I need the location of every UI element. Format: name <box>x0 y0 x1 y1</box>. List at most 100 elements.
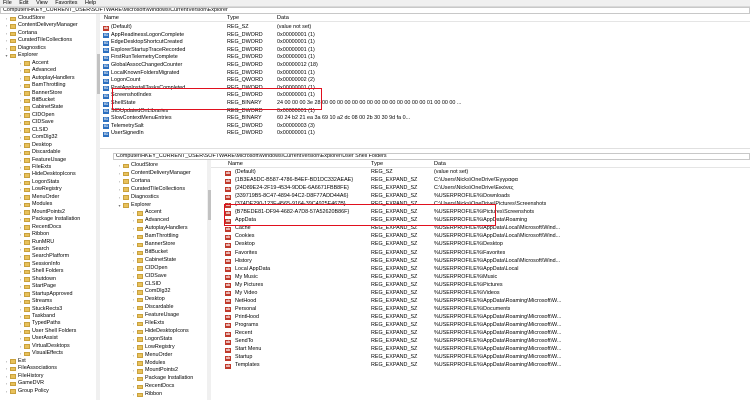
chevron-right-icon[interactable]: › <box>131 328 136 336</box>
chevron-right-icon[interactable]: › <box>131 225 136 233</box>
tree-item[interactable]: › CLSID <box>131 281 161 289</box>
tree-item[interactable]: › Desktop <box>131 296 165 304</box>
address-bar-second[interactable]: Computer\HKEY_CURRENT_USER\SOFTWARE\Micr… <box>113 153 750 160</box>
table-row[interactable]: ab History REG_EXPAND_SZ %USERPROFILE%\AppD… <box>211 258 750 266</box>
tree-item[interactable]: › FileExts <box>131 320 164 328</box>
table-row[interactable]: 01 ExplorerStartupTraceRecorded REG_DWORD 0… <box>100 47 750 55</box>
column-type[interactable]: Type <box>227 14 239 22</box>
tree-item[interactable]: › CloudStore <box>117 162 158 170</box>
menu-favorites[interactable]: Favorites <box>52 0 80 6</box>
table-row[interactable]: ab Favorites REG_EXPAND_SZ %USERPROFILE%\Fa… <box>211 250 750 258</box>
table-row[interactable]: ab (Default) REG_SZ (value not set) <box>211 169 750 177</box>
chevron-right-icon[interactable]: › <box>131 375 136 383</box>
chevron-right-icon[interactable]: › <box>117 194 122 202</box>
table-row[interactable]: ab Templates REG_EXPAND_SZ %USERPROFILE%\Ap… <box>211 362 750 370</box>
tree-item[interactable]: › Accent <box>131 209 161 217</box>
chevron-right-icon[interactable]: › <box>131 265 136 273</box>
tree-item[interactable]: › Ribbon <box>131 391 162 399</box>
table-row[interactable]: 01 LogonCount REG_QWORD 0x00000002 (2) <box>100 77 750 85</box>
chevron-right-icon[interactable]: › <box>131 209 136 217</box>
chevron-right-icon[interactable]: › <box>131 281 136 289</box>
menu-view[interactable]: View <box>33 0 51 6</box>
chevron-down-icon[interactable]: ▾ <box>4 52 9 60</box>
chevron-down-icon[interactable]: ▾ <box>117 202 122 210</box>
table-row[interactable]: ab (Default) REG_SZ (value not set) <box>100 24 750 32</box>
column-name-second[interactable]: Name <box>228 160 243 168</box>
chevron-right-icon[interactable]: › <box>131 344 136 352</box>
tree-item[interactable]: › ComDlg32 <box>131 288 170 296</box>
tree-item[interactable]: › CuratedTileCollections <box>117 186 185 194</box>
tree-item[interactable]: › CabinetState <box>131 257 176 265</box>
chevron-right-icon[interactable]: › <box>131 312 136 320</box>
chevron-right-icon[interactable]: › <box>131 217 136 225</box>
table-row[interactable]: ab Local AppData REG_EXPAND_SZ %USERPROFILE… <box>211 266 750 274</box>
table-row[interactable]: ab My Pictures REG_EXPAND_SZ %USERPROFILE%\… <box>211 282 750 290</box>
tree-item[interactable]: › LogonStats <box>131 336 172 344</box>
table-row[interactable]: 01 GlobalAssocChangedCounter REG_DWORD 0x00… <box>100 62 750 70</box>
tree-item[interactable]: ▾ Explorer <box>117 202 151 210</box>
table-row[interactable]: 01 UserSignedIn REG_DWORD 0x00000001 (1) <box>100 130 750 138</box>
chevron-right-icon[interactable]: › <box>131 233 136 241</box>
chevron-right-icon[interactable]: › <box>131 296 136 304</box>
chevron-right-icon[interactable]: › <box>4 388 9 396</box>
table-row[interactable]: ab {339719B5-8C47-4894-94C2-D8F77ADD44A6}… <box>211 193 750 201</box>
tree-item[interactable]: › FeatureUsage <box>131 312 179 320</box>
table-row[interactable]: ab Desktop REG_EXPAND_SZ %USERPROFILE%\Desk… <box>211 241 750 249</box>
chevron-right-icon[interactable]: › <box>131 383 136 391</box>
chevron-right-icon[interactable]: › <box>131 360 136 368</box>
tree-item[interactable]: › BamThrottling <box>131 233 179 241</box>
tree-item[interactable]: › HideDesktopIcons <box>131 328 189 336</box>
menu-help[interactable]: Help <box>82 0 99 6</box>
tree-item[interactable]: › BitBucket <box>131 249 168 257</box>
tree-item[interactable]: › MenuOrder <box>131 352 172 360</box>
tree-item[interactable]: › Cortana <box>117 178 150 186</box>
tree-item[interactable]: › Advanced <box>131 217 169 225</box>
table-row[interactable]: 01 SlowContextMenuEntries REG_BINARY 60 24 … <box>100 115 750 123</box>
chevron-right-icon[interactable]: › <box>131 273 136 281</box>
chevron-right-icon[interactable]: › <box>131 336 136 344</box>
chevron-right-icon[interactable]: › <box>131 249 136 257</box>
table-row[interactable]: ab Recent REG_EXPAND_SZ %USERPROFILE%\AppDa… <box>211 330 750 338</box>
column-data-second[interactable]: Data <box>434 160 446 168</box>
tree-item[interactable]: › Diagnostics <box>117 194 159 202</box>
chevron-right-icon[interactable]: › <box>117 162 122 170</box>
tree-item[interactable]: › BannerStore <box>131 241 175 249</box>
chevron-right-icon[interactable]: › <box>117 186 122 194</box>
table-row[interactable]: 01 EdgeDesktopShortcutCreated REG_DWORD 0x0… <box>100 39 750 47</box>
tree-item[interactable]: › AutoplayHandlers <box>131 225 188 233</box>
chevron-right-icon[interactable]: › <box>131 352 136 360</box>
table-row[interactable]: ab Cookies REG_EXPAND_SZ %USERPROFILE%\AppD… <box>211 233 750 241</box>
table-row[interactable]: ab My Video REG_EXPAND_SZ %USERPROFILE%\Vid… <box>211 290 750 298</box>
tree-item[interactable]: › Group Policy <box>4 388 49 396</box>
table-row[interactable]: ab Start Menu REG_EXPAND_SZ %USERPROFILE%\A… <box>211 346 750 354</box>
tree-item[interactable]: › CIDSave <box>131 273 167 281</box>
chevron-right-icon[interactable]: › <box>131 304 136 312</box>
chevron-right-icon[interactable]: › <box>131 391 136 399</box>
column-data[interactable]: Data <box>277 14 289 22</box>
column-name[interactable]: Name <box>104 14 119 22</box>
table-row[interactable]: 01 FirstRunTelemetryComplete REG_DWORD 0x00… <box>100 54 750 62</box>
table-row[interactable]: ab Personal REG_EXPAND_SZ %USERPROFILE%\Doc… <box>211 306 750 314</box>
table-row[interactable]: 01 LocalKnownFoldersMigrated REG_DWORD 0x00… <box>100 70 750 78</box>
table-row[interactable]: ab {24D89E24-2F19-4534-9DDE-6A6671FBB8FE}… <box>211 185 750 193</box>
chevron-right-icon[interactable]: › <box>117 170 122 178</box>
tree-item[interactable]: › CIDOpen <box>131 265 167 273</box>
table-row[interactable]: ab PrintHood REG_EXPAND_SZ %USERPROFILE%\Ap… <box>211 314 750 322</box>
tree-item[interactable]: › Discardable <box>131 304 173 312</box>
chevron-right-icon[interactable]: › <box>131 257 136 265</box>
chevron-right-icon[interactable]: › <box>131 367 136 375</box>
menu-edit[interactable]: Edit <box>16 0 31 6</box>
table-row[interactable]: ab SendTo REG_EXPAND_SZ %USERPROFILE%\AppDa… <box>211 338 750 346</box>
table-row[interactable]: ab {1B3EA5DC-B587-4786-B4EF-BD1DC332AEAE}… <box>211 177 750 185</box>
menu-file[interactable]: File <box>0 0 15 6</box>
table-row[interactable]: ab Cache REG_EXPAND_SZ %USERPROFILE%\AppDat… <box>211 225 750 233</box>
table-row[interactable]: ab NetHood REG_EXPAND_SZ %USERPROFILE%\AppD… <box>211 298 750 306</box>
tree-item[interactable]: › LowRegistry <box>131 344 175 352</box>
tree-item[interactable]: › ContentDeliveryManager <box>117 170 191 178</box>
tree-item[interactable]: › Package Installation <box>131 375 193 383</box>
tree-item[interactable]: › Modules <box>131 360 165 368</box>
tree-item[interactable]: › MountPoints2 <box>131 367 178 375</box>
table-row[interactable]: 01 TelemetrySalt REG_DWORD 0x00000003 (3) <box>100 123 750 131</box>
table-row[interactable]: 01 AppReadinessLogonComplete REG_DWORD 0x00… <box>100 32 750 40</box>
table-row[interactable]: ab Programs REG_EXPAND_SZ %USERPROFILE%\App… <box>211 322 750 330</box>
